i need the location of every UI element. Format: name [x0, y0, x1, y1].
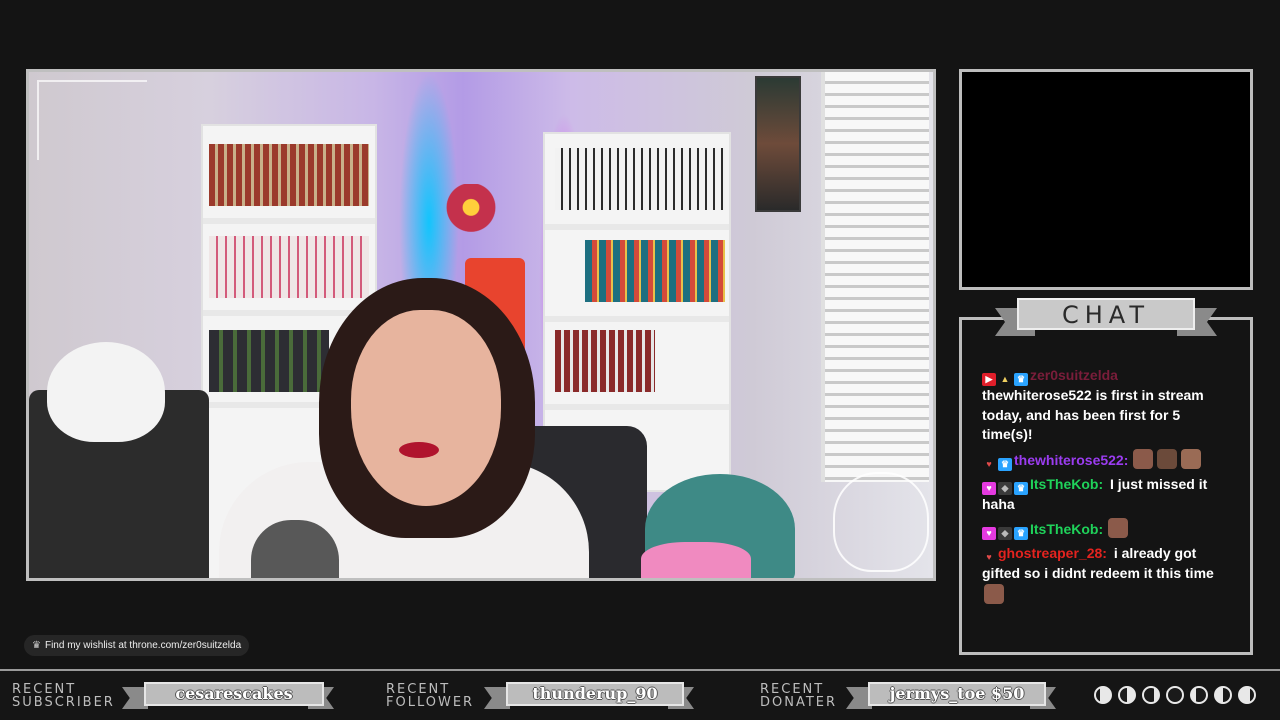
moon-phase-row [1094, 686, 1256, 704]
pink-badge-icon: ♥ [982, 481, 996, 495]
waxing-gibbous-moon-icon [1094, 686, 1112, 704]
chat-message: ♥ ◆ ♛ ItsTheKob: [982, 518, 1232, 540]
bottom-info-bar: RECENT SUBSCRIBER cesarescakes RECENT FO… [0, 669, 1280, 720]
waning-crescent-moon-icon [1190, 686, 1208, 704]
chat-emote-icon [1181, 448, 1202, 469]
recent-subscriber-label: RECENT SUBSCRIBER [12, 683, 115, 709]
goose-plush [47, 342, 165, 442]
pink-plush [641, 542, 751, 578]
chat-message: ♥ ghostreaper_28: i already got gifted so… [982, 544, 1232, 605]
recent-donater-line2: DONATER [760, 695, 838, 710]
recent-subscriber-value: cesarescakes [144, 682, 324, 706]
red-badge-icon: ▶ [982, 373, 996, 386]
gray-badge-icon: ◆ [998, 481, 1012, 495]
streamer-face [351, 310, 501, 506]
streamer-lips [399, 442, 439, 458]
heart-badge-icon: ♥ [986, 552, 992, 562]
wishlist-text: Find my wishlist at throne.com/zer0suitz… [44, 640, 242, 651]
chat-emote-icon [1108, 518, 1129, 538]
tri-badge-icon: ▲ [1000, 374, 1010, 384]
chat-emote-icon [1157, 448, 1178, 469]
recent-follower-line2: FOLLOWER [386, 695, 475, 710]
blue-badge-icon: ♛ [1014, 373, 1028, 386]
blue-badge-icon: ♛ [998, 457, 1012, 471]
chat-text: thewhiterose522 is first in stream today… [982, 387, 1204, 442]
chat-title: CHAT [1017, 298, 1195, 330]
wall-poster [755, 76, 801, 212]
last-quarter-moon-icon [1214, 686, 1232, 704]
recent-follower-label: RECENT FOLLOWER [386, 683, 474, 709]
majoras-mask-decoration [443, 184, 499, 236]
chat-username[interactable]: thewhiterose522: [1014, 452, 1128, 468]
webcam-feed [26, 69, 936, 581]
chat-username[interactable]: zer0suitzelda [1030, 367, 1118, 383]
heart-badge-icon: ♥ [986, 458, 992, 469]
new-moon-icon [1166, 686, 1184, 704]
blue-badge-icon: ♛ [1014, 481, 1028, 495]
chat-title-banner: CHAT [995, 298, 1217, 338]
gray-badge-icon: ◆ [998, 527, 1012, 540]
first-quarter-moon-icon [1118, 686, 1136, 704]
chat-username[interactable]: ItsTheKob: [1030, 521, 1103, 537]
blue-badge-icon: ♛ [1014, 527, 1028, 540]
chat-emote-icon [1133, 448, 1154, 469]
recent-donater-value: jermys_toe $50 [868, 682, 1046, 706]
waning-gibbous-moon-icon [1238, 686, 1256, 704]
wishlist-banner[interactable]: ♛ Find my wishlist at throne.com/zer0suit… [24, 635, 250, 656]
waxing-crescent-moon-icon [1142, 686, 1160, 704]
recent-subscriber-line2: SUBSCRIBER [12, 695, 115, 710]
skull-overlay-icon [833, 472, 929, 572]
chat-username[interactable]: ghostreaper_28: [998, 545, 1107, 561]
chat-message: ▶ ▲ ♛ zer0suitzelda thewhiterose522 is first… [982, 366, 1232, 445]
chat-emote-icon [984, 583, 1004, 604]
crown-icon: ♛ [32, 640, 41, 651]
corner-sun-decoration [37, 80, 147, 160]
secondary-video-panel [959, 69, 1253, 290]
chat-username[interactable]: ItsTheKob: [1030, 476, 1103, 492]
chat-message: ♥ ◆ ♛ ItsTheKob: I just missed it haha [982, 475, 1232, 515]
chat-message-list: ▶ ▲ ♛ zer0suitzelda thewhiterose522 is first… [982, 366, 1232, 609]
chat-message: ♥ ♛ thewhiterose522: [982, 448, 1232, 471]
window-blinds [821, 72, 929, 482]
pink-badge-icon: ♥ [982, 527, 996, 540]
recent-donater-label: RECENT DONATER [760, 683, 837, 709]
recent-follower-value: thunderup_90 [506, 682, 684, 706]
